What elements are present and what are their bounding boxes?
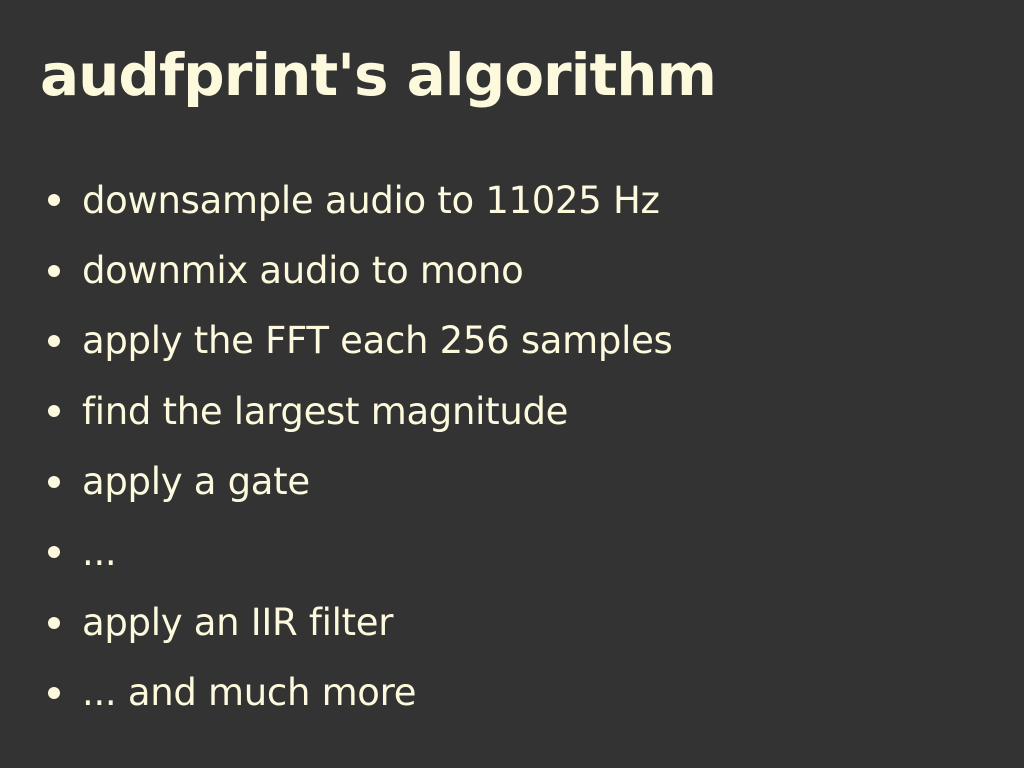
bullet-text: downsample audio to 11025 Hz [82,178,660,222]
bullet-text: ... [82,530,117,574]
bullet-text: apply the FFT each 256 samples [82,319,673,363]
list-item: find the largest magnitude [48,376,673,446]
bullet-dot-icon [48,194,60,207]
bullet-list: downsample audio to 11025 Hz downmix aud… [48,165,673,728]
slide-title: audfprint's algorithm [40,41,717,109]
list-item: downsample audio to 11025 Hz [48,165,673,235]
list-item: apply a gate [48,447,673,517]
bullet-text: apply an IIR filter [82,601,394,645]
bullet-dot-icon [48,546,60,559]
list-item: ... [48,517,673,587]
bullet-text: downmix audio to mono [82,249,524,293]
list-item: apply an IIR filter [48,587,673,657]
bullet-dot-icon [48,475,60,488]
bullet-dot-icon [48,686,60,699]
bullet-dot-icon [48,616,60,629]
list-item: apply the FFT each 256 samples [48,306,673,376]
bullet-text: ... and much more [82,671,417,715]
bullet-text: apply a gate [82,460,310,504]
list-item: downmix audio to mono [48,235,673,305]
bullet-dot-icon [48,334,60,347]
list-item: ... and much more [48,658,673,728]
bullet-text: find the largest magnitude [82,389,569,433]
slide: audfprint's algorithm downsample audio t… [0,0,1024,768]
bullet-dot-icon [48,405,60,418]
bullet-dot-icon [48,264,60,277]
